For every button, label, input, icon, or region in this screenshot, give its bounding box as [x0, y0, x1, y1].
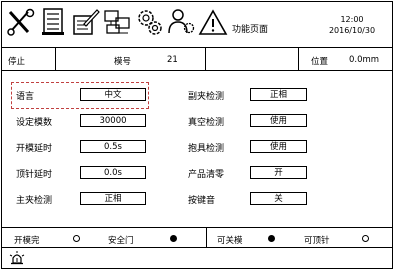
fixture-detect-label: 抱具检测 — [188, 144, 225, 154]
sub-clamp-detect-select[interactable]: 正相 — [250, 88, 307, 101]
main-clamp-detect-select[interactable]: 正相 — [80, 192, 146, 205]
edit-document-icon[interactable] — [70, 6, 100, 38]
vacuum-detect-select[interactable]: 使用 — [250, 114, 307, 127]
page-title: 功能页面 — [232, 25, 269, 35]
product-reset-label: 产品清零 — [188, 170, 225, 180]
io-mold-open-done-label: 开模完 — [14, 236, 40, 246]
screen-frame — [1, 1, 393, 269]
language-label: 语言 — [16, 92, 35, 102]
computer-network-icon[interactable] — [102, 6, 132, 38]
divider — [1, 70, 393, 71]
key-sound-label: 按键音 — [188, 196, 216, 206]
clock-time: 12:00 — [340, 15, 364, 24]
user-settings-icon[interactable] — [166, 6, 196, 38]
io-mold-open-done-indicator — [73, 235, 80, 242]
tools-icon[interactable] — [6, 6, 36, 38]
mold-label: 模号 — [114, 57, 132, 67]
set-mold-count-label: 设定模数 — [16, 118, 53, 128]
divider — [55, 47, 56, 70]
clock: 12:00 2016/10/30 — [318, 14, 386, 36]
settings-gears-icon[interactable] — [134, 6, 164, 38]
language-select[interactable]: 中文 — [80, 88, 146, 101]
position-value: 0.0mm — [349, 55, 380, 65]
io-mold-close-ok-label: 可关模 — [217, 236, 243, 246]
divider — [1, 47, 393, 48]
machine-state: 停止 — [8, 57, 26, 67]
alarm-icon[interactable] — [9, 251, 25, 265]
divider — [205, 47, 206, 70]
mold-open-delay-label: 开模延时 — [16, 144, 53, 154]
divider — [1, 247, 393, 248]
divider — [1, 227, 393, 228]
ejector-delay-label: 顶针延时 — [16, 170, 53, 180]
sub-clamp-detect-label: 副夹检测 — [188, 92, 225, 102]
io-ejector-ok-indicator — [362, 235, 369, 242]
product-reset-toggle[interactable]: 开 — [250, 166, 307, 179]
set-mold-count-input[interactable]: 30000 — [80, 114, 146, 127]
io-safety-door-label: 安全门 — [108, 236, 134, 246]
position-label: 位置 — [311, 57, 329, 67]
document-icon[interactable] — [38, 6, 68, 38]
mold-value: 21 — [167, 55, 178, 65]
ejector-delay-input[interactable]: 0.0s — [80, 166, 146, 179]
divider — [206, 227, 207, 247]
key-sound-toggle[interactable]: 关 — [250, 192, 307, 205]
mold-open-delay-input[interactable]: 0.5s — [80, 140, 146, 153]
vacuum-detect-label: 真空检测 — [188, 118, 225, 128]
main-clamp-detect-label: 主夹检测 — [16, 196, 53, 206]
divider — [298, 47, 299, 70]
fixture-detect-select[interactable]: 使用 — [250, 140, 307, 153]
clock-date: 2016/10/30 — [328, 26, 376, 35]
io-mold-close-ok-indicator — [268, 235, 275, 242]
io-ejector-ok-label: 可顶针 — [304, 236, 330, 246]
io-safety-door-indicator — [170, 235, 177, 242]
warning-icon[interactable] — [198, 6, 228, 38]
